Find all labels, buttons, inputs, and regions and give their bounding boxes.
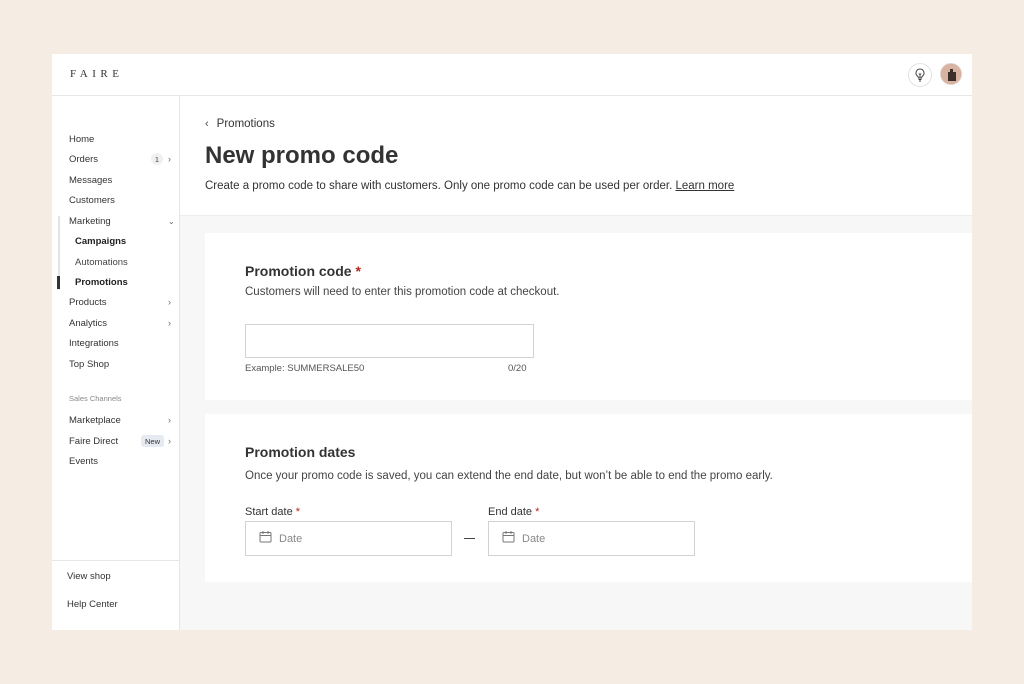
page-description-text: Create a promo code to share with custom… [205, 180, 673, 192]
end-date-field[interactable]: Date [488, 521, 695, 556]
promotion-code-title-text: Promotion code [245, 263, 352, 279]
chevron-right-icon[interactable]: › [168, 411, 171, 429]
sidebar-item-messages[interactable]: Messages [69, 171, 112, 189]
page-description: Create a promo code to share with custom… [205, 180, 734, 192]
promotion-dates-card: Promotion dates Once your promo code is … [205, 414, 972, 582]
sidebar-item-orders[interactable]: Orders [69, 150, 98, 168]
sidebar-item-automations[interactable]: Automations [75, 253, 128, 271]
breadcrumb-label: Promotions [216, 118, 275, 130]
start-date-field[interactable]: Date [245, 521, 452, 556]
required-mark: * [295, 506, 301, 518]
sidebar-footer: View shop Help Center [52, 560, 179, 630]
sidebar-item-products[interactable]: Products [69, 293, 107, 311]
start-date-label-text: Start date [245, 506, 293, 518]
chevron-right-icon[interactable]: › [168, 314, 171, 332]
promotion-dates-title: Promotion dates [245, 444, 356, 460]
end-date-placeholder: Date [522, 532, 546, 545]
sidebar-item-campaigns[interactable]: Campaigns [75, 232, 126, 250]
active-indicator [57, 276, 60, 289]
chevron-down-icon[interactable]: ⌄ [168, 212, 175, 230]
sidebar-item-analytics[interactable]: Analytics [69, 314, 107, 332]
sidebar-item-faire-direct[interactable]: Faire Direct [69, 432, 118, 450]
lightbulb-icon[interactable] [908, 63, 932, 87]
help-center-link[interactable]: Help Center [67, 599, 118, 610]
date-range-separator [464, 538, 475, 539]
avatar-icon[interactable] [940, 63, 962, 85]
promotion-code-example: Example: SUMMERSALE50 [245, 363, 365, 374]
faire-logo[interactable]: FAIRE [70, 68, 123, 80]
start-date-label: Start date * [245, 506, 300, 518]
page-title: New promo code [205, 142, 399, 169]
promotion-code-input[interactable] [245, 324, 534, 358]
start-date-placeholder: Date [279, 532, 303, 545]
promotion-code-card: Promotion code * Customers will need to … [205, 233, 972, 400]
promotion-code-description: Customers will need to enter this promot… [245, 286, 560, 298]
sidebar-item-home[interactable]: Home [69, 130, 94, 148]
breadcrumb-back[interactable]: ‹ Promotions [205, 118, 275, 130]
learn-more-link[interactable]: Learn more [675, 180, 734, 192]
chevron-right-icon[interactable]: › [168, 150, 171, 168]
app-window: FAIRE Home Orders 1 › Messages Customers… [52, 54, 972, 630]
view-shop-link[interactable]: View shop [67, 571, 111, 582]
sidebar-item-top-shop[interactable]: Top Shop [69, 355, 109, 373]
end-date-label: End date * [488, 506, 539, 518]
top-bar: FAIRE [52, 54, 972, 96]
sidebar-item-promotions[interactable]: Promotions [75, 273, 128, 291]
chevron-left-icon: ‹ [205, 118, 209, 130]
page-header: ‹ Promotions New promo code Create a pro… [180, 96, 972, 216]
character-counter: 0/20 [508, 363, 527, 374]
sidebar-item-customers[interactable]: Customers [69, 191, 115, 209]
sidebar-item-integrations[interactable]: Integrations [69, 334, 119, 352]
chevron-right-icon[interactable]: › [168, 432, 171, 450]
calendar-icon [502, 530, 515, 548]
sidebar: Home Orders 1 › Messages Customers Marke… [52, 96, 180, 630]
required-mark: * [535, 506, 540, 518]
end-date-label-text: End date [488, 506, 533, 518]
chevron-right-icon[interactable]: › [168, 293, 171, 311]
sidebar-item-events[interactable]: Events [69, 452, 98, 470]
sidebar-item-marketplace[interactable]: Marketplace [69, 411, 121, 429]
new-badge: New [141, 435, 165, 447]
sales-channels-label: Sales Channels [69, 394, 122, 403]
main-content: ‹ Promotions New promo code Create a pro… [180, 96, 972, 630]
orders-count-badge: 1 [151, 153, 163, 165]
required-mark: * [355, 263, 361, 279]
sidebar-item-marketing[interactable]: Marketing [69, 212, 111, 230]
promotion-code-title: Promotion code * [245, 263, 361, 279]
calendar-icon [259, 530, 272, 548]
promotion-dates-description: Once your promo code is saved, you can e… [245, 470, 773, 482]
